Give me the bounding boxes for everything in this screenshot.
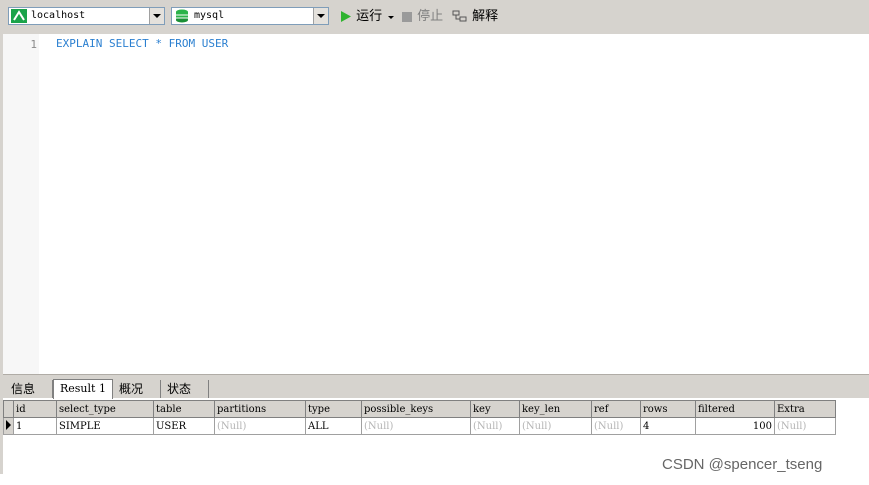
tab-result-1[interactable]: Result 1 [53, 379, 113, 399]
database-select[interactable]: mysql [171, 7, 329, 25]
cell-id[interactable]: 1 [13, 417, 57, 435]
cell-possible-keys[interactable]: (Null) [361, 417, 471, 435]
cell-select-type[interactable]: SIMPLE [56, 417, 154, 435]
result-header-row: id select_type table partitions type pos… [3, 400, 836, 418]
chevron-down-icon[interactable] [313, 8, 328, 24]
chevron-down-icon[interactable] [149, 8, 164, 24]
cell-type[interactable]: ALL [305, 417, 362, 435]
explain-button[interactable]: 解释 [452, 8, 498, 26]
cell-key-len[interactable]: (Null) [519, 417, 592, 435]
line-number: 1 [30, 38, 37, 51]
tab-result-1-label: Result 1 [60, 382, 106, 395]
connection-value: localhost [31, 10, 86, 21]
column-header[interactable]: ref [591, 400, 641, 418]
column-header[interactable]: key_len [519, 400, 592, 418]
tab-status[interactable]: 状态 [161, 380, 209, 398]
column-header[interactable]: Extra [774, 400, 836, 418]
table-row[interactable]: 1 SIMPLE USER (Null) ALL (Null) (Null) (… [3, 417, 836, 435]
sql-editor[interactable]: 1 EXPLAIN SELECT * FROM USER [3, 34, 869, 375]
database-icon [176, 9, 188, 23]
sql-code-line[interactable]: EXPLAIN SELECT * FROM USER [56, 37, 228, 50]
connection-icon [11, 9, 27, 23]
stop-label: 停止 [417, 9, 444, 24]
run-dropdown-icon[interactable] [388, 16, 394, 19]
column-header[interactable]: rows [640, 400, 696, 418]
database-value: mysql [194, 10, 225, 21]
cell-key[interactable]: (Null) [470, 417, 520, 435]
cell-ref[interactable]: (Null) [591, 417, 641, 435]
column-header[interactable]: id [13, 400, 57, 418]
column-header[interactable]: filtered [695, 400, 775, 418]
tab-overview[interactable]: 概况 [113, 380, 161, 398]
cell-extra[interactable]: (Null) [774, 417, 836, 435]
toolbar: localhost mysql 运行 停止 解释 [0, 0, 869, 34]
run-button[interactable]: 运行 [339, 8, 382, 26]
tab-status-label: 状态 [167, 382, 192, 396]
column-header[interactable]: select_type [56, 400, 154, 418]
cell-table[interactable]: USER [153, 417, 215, 435]
column-header[interactable]: partitions [214, 400, 306, 418]
cell-rows[interactable]: 4 [640, 417, 696, 435]
connection-select[interactable]: localhost [8, 7, 165, 25]
column-header[interactable]: table [153, 400, 215, 418]
explain-label: 解释 [472, 9, 499, 24]
run-label: 运行 [356, 9, 383, 24]
column-header[interactable]: possible_keys [361, 400, 471, 418]
column-header[interactable]: key [470, 400, 520, 418]
play-icon [341, 11, 351, 22]
tab-info[interactable]: 信息 [5, 380, 53, 398]
result-tabs: 信息 Result 1 概况 状态 [3, 378, 869, 399]
watermark: CSDN @spencer_tseng [662, 456, 823, 473]
explain-icon [452, 10, 467, 21]
tab-overview-label: 概况 [119, 382, 144, 396]
stop-icon [402, 11, 412, 22]
stop-button[interactable]: 停止 [401, 8, 443, 26]
tab-info-label: 信息 [11, 382, 36, 396]
row-indicator-header [3, 400, 14, 418]
line-gutter: 1 [3, 34, 39, 375]
cell-filtered[interactable]: 100 [695, 417, 775, 435]
column-header[interactable]: type [305, 400, 362, 418]
row-pointer-icon [3, 417, 14, 435]
cell-partitions[interactable]: (Null) [214, 417, 306, 435]
result-grid[interactable]: id select_type table partitions type pos… [3, 400, 836, 435]
